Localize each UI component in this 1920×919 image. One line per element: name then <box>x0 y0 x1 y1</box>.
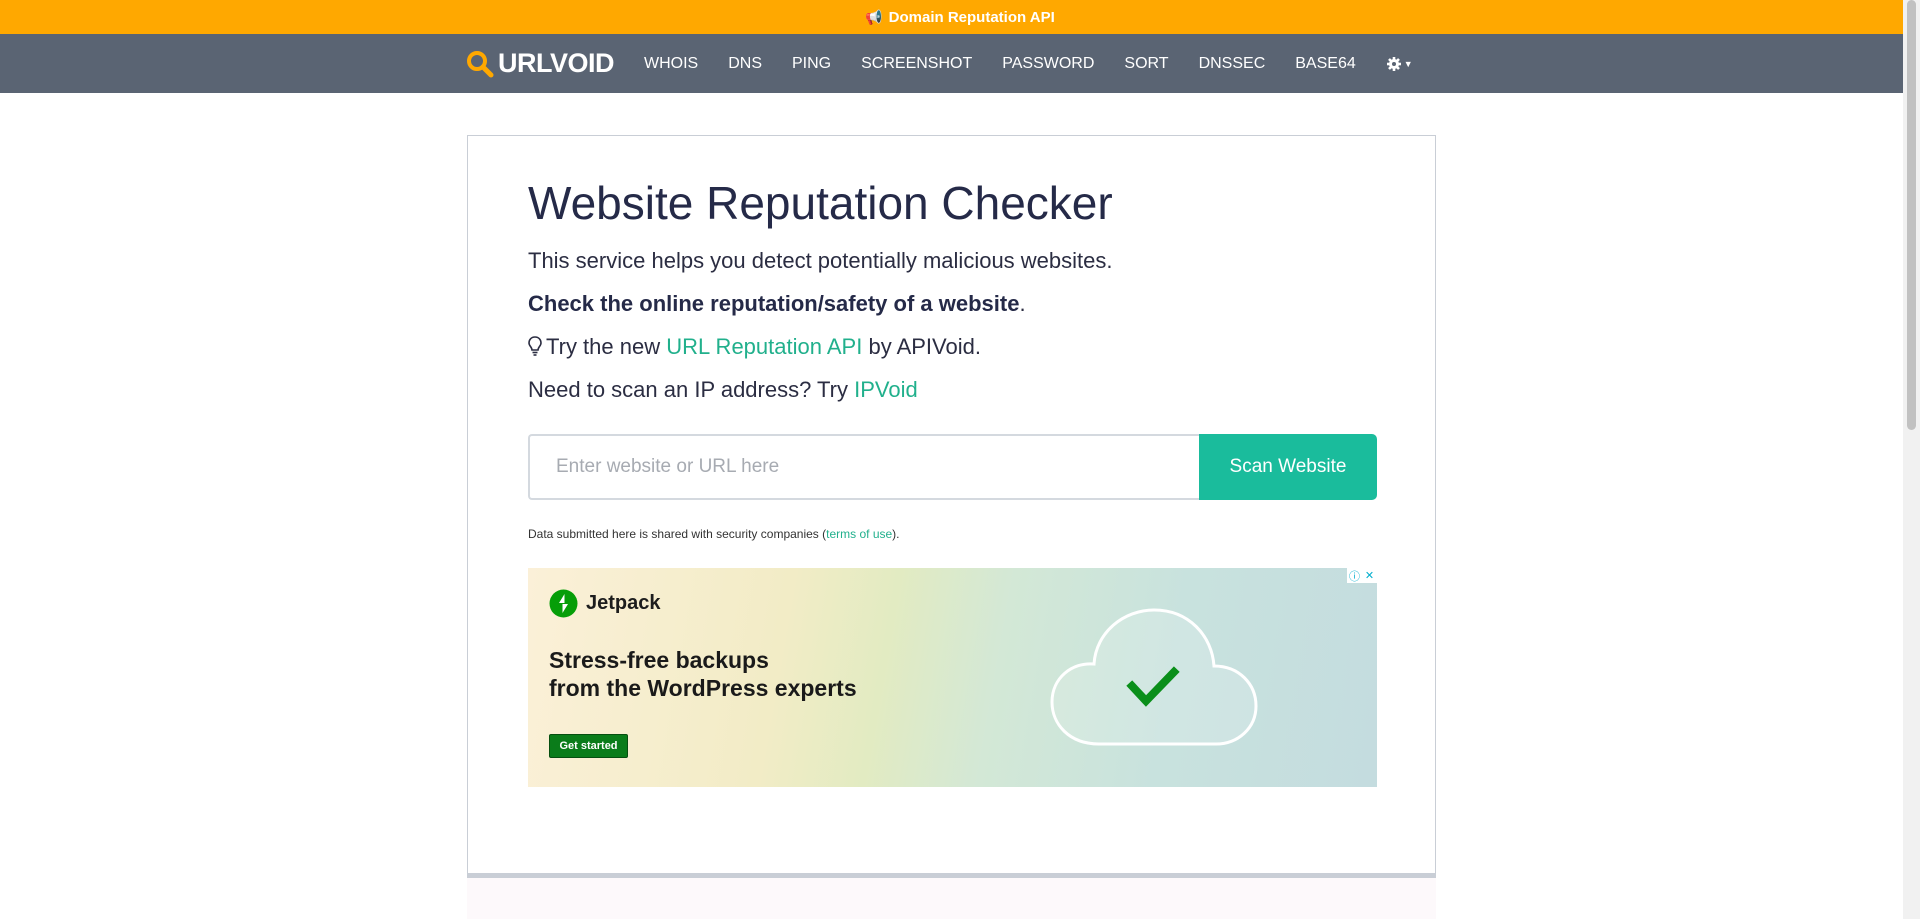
bold-line-text: Check the online reputation/safety of a … <box>528 291 1020 316</box>
gear-icon <box>1386 56 1401 71</box>
nav-link-dnssec[interactable]: DNSSEC <box>1199 55 1266 73</box>
bottom-strip <box>467 878 1436 919</box>
nav-inner: URLVOID WHOIS DNS PING SCREENSHOT PASSWO… <box>466 48 1413 79</box>
ip-line: Need to scan an IP address? Try IPVoid <box>528 377 918 403</box>
ipvoid-link[interactable]: IPVoid <box>854 377 918 402</box>
scan-website-button[interactable]: Scan Website <box>1199 434 1377 500</box>
navbar: URLVOID WHOIS DNS PING SCREENSHOT PASSWO… <box>0 34 1920 93</box>
ad-brand-name: Jetpack <box>586 592 661 614</box>
api-suffix: by APIVoid. <box>868 334 981 359</box>
ad-controls: ⓘ ✕ <box>1347 568 1377 583</box>
terms-of-use-link[interactable]: terms of use <box>826 527 892 541</box>
url-reputation-api-link[interactable]: URL Reputation API <box>666 334 862 359</box>
nav-link-dns[interactable]: DNS <box>728 55 762 73</box>
scrollbar-thumb[interactable] <box>1907 0 1916 430</box>
nav-link-ping[interactable]: PING <box>792 55 831 73</box>
promo-banner-label: Domain Reputation API <box>888 8 1055 26</box>
advertisement[interactable]: Jetpack Stress-free backups from the Wor… <box>528 568 1377 787</box>
jetpack-logo-icon <box>549 589 578 618</box>
ad-headline-line2: from the WordPress experts <box>549 675 857 701</box>
subtitle-text: This service helps you detect potentiall… <box>528 248 1113 273</box>
api-prefix: Try the new <box>546 334 661 359</box>
url-input[interactable] <box>528 434 1199 500</box>
brand-logo[interactable]: URLVOID <box>466 48 615 79</box>
ad-headline: Stress-free backups from the WordPress e… <box>549 646 857 702</box>
subtitle: This service helps you detect potentiall… <box>528 248 1113 274</box>
brand-name: URLVOID <box>498 48 615 78</box>
scrollbar[interactable] <box>1903 0 1920 919</box>
note-prefix: Data submitted here is shared with secur… <box>528 527 827 541</box>
nav-link-sort[interactable]: SORT <box>1124 55 1168 73</box>
scan-form: Scan Website <box>528 434 1377 500</box>
megaphone-icon: 📢 <box>865 8 883 25</box>
note-suffix: ). <box>892 527 900 541</box>
api-line: Try the new URL Reputation API by APIVoi… <box>528 334 981 360</box>
nav-link-password[interactable]: PASSWORD <box>1002 55 1094 73</box>
nav-link-base64[interactable]: BASE64 <box>1295 55 1355 73</box>
submission-note: Data submitted here is shared with secur… <box>528 527 900 541</box>
ad-brand: Jetpack <box>549 589 661 618</box>
nav-link-screenshot[interactable]: SCREENSHOT <box>861 55 972 73</box>
lightbulb-icon <box>528 336 542 356</box>
nav-link-whois[interactable]: WHOIS <box>644 55 698 73</box>
ad-info-icon[interactable]: ⓘ <box>1347 568 1362 583</box>
ip-prefix: Need to scan an IP address? Try <box>528 377 848 402</box>
page-title: Website Reputation Checker <box>528 177 1113 229</box>
settings-dropdown[interactable]: ▼ <box>1386 56 1413 72</box>
bold-line-suffix: . <box>1019 291 1026 316</box>
main-card: Website Reputation Checker This service … <box>467 135 1436 878</box>
search-icon <box>467 50 494 77</box>
ad-headline-line1: Stress-free backups <box>549 647 769 673</box>
chevron-down-icon: ▼ <box>1403 58 1413 69</box>
promo-banner[interactable]: 📢 Domain Reputation API <box>0 0 1920 34</box>
ad-close-icon[interactable]: ✕ <box>1362 568 1377 583</box>
cloud-check-icon <box>1050 608 1258 746</box>
ad-get-started-button[interactable]: Get started <box>549 734 628 758</box>
bold-line: Check the online reputation/safety of a … <box>528 291 1026 317</box>
